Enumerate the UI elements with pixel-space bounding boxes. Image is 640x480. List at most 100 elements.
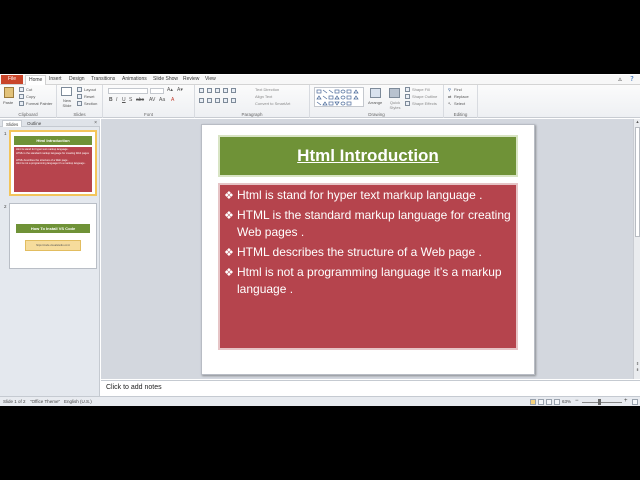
select-button[interactable]: Select — [454, 101, 465, 106]
bullet-item: ❖ HTML describes the structure of a Web … — [224, 244, 512, 261]
normal-view-icon[interactable] — [530, 399, 536, 405]
convert-smartart-button[interactable]: Convert to SmartArt — [255, 101, 290, 106]
tab-slide-show[interactable]: Slide Show — [150, 75, 181, 84]
fit-to-window-icon[interactable] — [632, 399, 638, 405]
line-spacing-icon[interactable] — [231, 88, 236, 93]
ribbon-home: Paste Cut Copy Format Painter Clipboard … — [0, 85, 640, 118]
section-button[interactable]: Section — [84, 101, 97, 106]
zoom-level[interactable]: 63% — [562, 398, 571, 406]
increase-indent-icon[interactable] — [223, 88, 228, 93]
change-case-icon[interactable]: Aa — [159, 98, 165, 103]
minimize-ribbon-icon[interactable]: ▵ — [614, 75, 626, 84]
copy-button[interactable]: Copy — [26, 94, 35, 99]
bullet-diamond-icon: ❖ — [224, 266, 234, 279]
shape-outline-button[interactable]: Shape Outline — [412, 94, 437, 99]
paste-button[interactable]: Paste — [3, 100, 13, 105]
bold-icon[interactable]: B — [109, 98, 113, 103]
underline-icon[interactable]: U — [122, 98, 126, 103]
character-spacing-icon[interactable]: AV — [149, 98, 155, 103]
align-text-button[interactable]: Align Text — [255, 94, 272, 99]
zoom-out-icon[interactable]: − — [575, 398, 579, 405]
slide-show-icon[interactable] — [554, 399, 560, 405]
slide-number-1: 1 — [4, 131, 7, 136]
thumb-2-link: https://code.visualstudio.com/ — [25, 240, 81, 251]
columns-icon[interactable] — [231, 98, 236, 103]
close-pane-icon[interactable]: × — [94, 119, 97, 127]
powerpoint-window: File Home Insert Design Transitions Anim… — [0, 74, 640, 406]
slide-thumbnail-1[interactable]: Html Introduction Html is stand for hype… — [9, 130, 97, 196]
layout-button[interactable]: Layout — [84, 87, 96, 92]
notes-placeholder: Click to add notes — [106, 384, 162, 391]
tab-design[interactable]: Design — [66, 75, 88, 84]
slide-number-2: 2 — [4, 204, 7, 209]
font-color-icon[interactable]: A — [171, 98, 174, 103]
shadow-icon[interactable]: S — [129, 98, 132, 103]
tab-view[interactable]: View — [202, 75, 219, 84]
italic-icon[interactable]: I — [116, 98, 117, 103]
align-left-icon[interactable] — [199, 98, 204, 103]
strikethrough-icon[interactable]: abc — [136, 98, 144, 103]
language-indicator[interactable]: English (U.S.) — [64, 398, 92, 406]
layout-icon — [77, 87, 82, 92]
scroll-up-icon[interactable]: ▲ — [634, 119, 640, 125]
shape-effects-button[interactable]: Shape Effects — [412, 101, 437, 106]
shape-fill-button[interactable]: Shape Fill — [412, 87, 430, 92]
bullets-icon[interactable] — [199, 88, 204, 93]
tab-animations[interactable]: Animations — [119, 75, 150, 84]
reset-icon — [77, 94, 82, 99]
quick-styles-button[interactable]: Quick Styles — [388, 100, 402, 110]
current-slide[interactable]: Html Introduction ❖ Html is stand for hy… — [201, 124, 535, 375]
shapes-gallery[interactable] — [314, 87, 364, 107]
tab-insert[interactable]: Insert — [46, 75, 65, 84]
arrange-icon[interactable] — [370, 88, 381, 98]
justify-icon[interactable] — [223, 98, 228, 103]
pane-tabs: Slides Outline × — [0, 119, 100, 127]
numbering-icon[interactable] — [207, 88, 212, 93]
align-center-icon[interactable] — [207, 98, 212, 103]
vertical-scrollbar[interactable]: ▲ ⇞ ⇟ — [633, 119, 640, 379]
tab-slides[interactable]: Slides — [2, 120, 23, 127]
find-button[interactable]: Find — [454, 87, 462, 92]
scrollbar-thumb[interactable] — [635, 127, 640, 237]
font-name-dropdown[interactable] — [108, 88, 148, 94]
zoom-slider-knob[interactable] — [598, 399, 601, 405]
next-slide-icon[interactable]: ⇟ — [634, 367, 640, 373]
cut-button[interactable]: Cut — [26, 87, 32, 92]
tab-outline[interactable]: Outline — [24, 120, 44, 127]
tab-home[interactable]: Home — [25, 75, 47, 85]
grow-font-icon[interactable]: A▴ — [167, 88, 173, 93]
align-right-icon[interactable] — [215, 98, 220, 103]
reset-button[interactable]: Reset — [84, 94, 94, 99]
help-icon[interactable]: ? — [626, 75, 638, 84]
decrease-indent-icon[interactable] — [215, 88, 220, 93]
bullet-text: HTML describes the structure of a Web pa… — [237, 245, 482, 259]
tab-review[interactable]: Review — [180, 75, 202, 84]
bullet-item: ❖ HTML is the standard markup language f… — [224, 207, 512, 241]
slide-title-text: Html Introduction — [297, 146, 439, 165]
zoom-slider[interactable] — [582, 402, 622, 403]
tab-transitions[interactable]: Transitions — [88, 75, 118, 84]
zoom-in-icon[interactable]: + — [624, 398, 628, 405]
new-slide-icon[interactable] — [61, 87, 72, 96]
shrink-font-icon[interactable]: A▾ — [177, 88, 183, 93]
slide-thumbnail-2[interactable]: How To Install VS Code https://code.visu… — [9, 203, 97, 269]
quick-styles-icon[interactable] — [389, 88, 400, 98]
slide-title-box[interactable]: Html Introduction — [218, 135, 518, 177]
group-clipboard: Paste Cut Copy Format Painter Clipboard — [0, 85, 57, 118]
slide-content-box[interactable]: ❖ Html is stand for hyper text markup la… — [218, 183, 518, 350]
slide-sorter-icon[interactable] — [538, 399, 544, 405]
bullet-item: ❖ Html is not a programming language it’… — [224, 264, 512, 298]
notes-pane[interactable]: Click to add notes — [101, 380, 640, 396]
format-painter-button[interactable]: Format Painter — [26, 101, 52, 106]
paste-icon[interactable] — [4, 87, 14, 98]
new-slide-button[interactable]: New Slide — [60, 98, 74, 108]
tab-file[interactable]: File — [1, 75, 23, 84]
theme-name: "Office Theme" — [30, 399, 61, 404]
section-icon — [77, 101, 82, 106]
font-size-dropdown[interactable] — [150, 88, 164, 94]
reading-view-icon[interactable] — [546, 399, 552, 405]
replace-button[interactable]: Replace — [454, 94, 469, 99]
bullet-text: HTML is the standard markup language for… — [237, 208, 511, 239]
arrange-button[interactable]: Arrange — [368, 100, 382, 105]
text-direction-button[interactable]: Text Direction — [255, 87, 279, 92]
